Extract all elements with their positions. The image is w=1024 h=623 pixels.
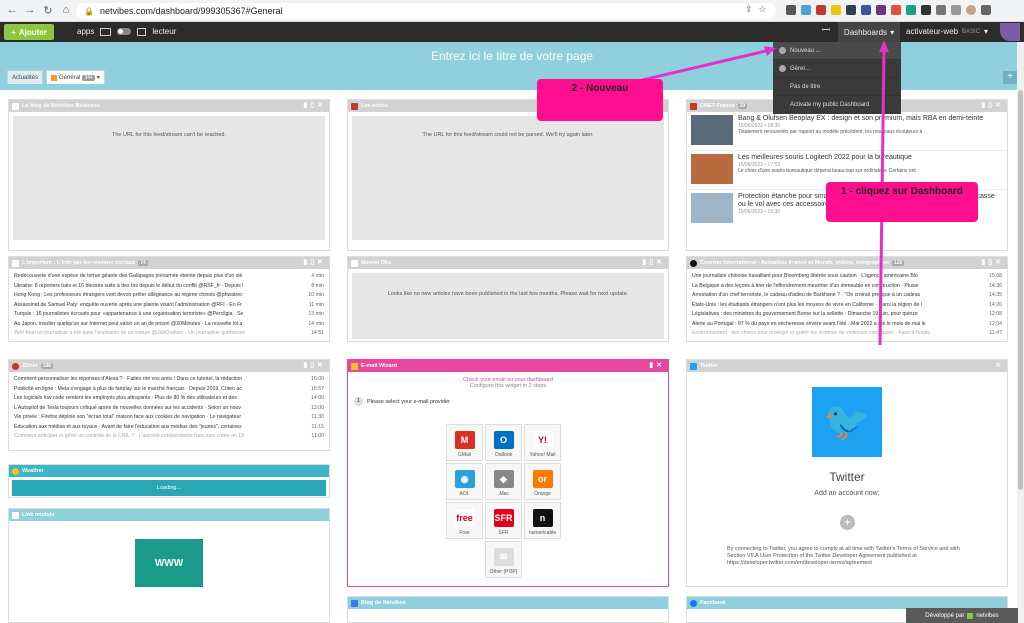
annotation-arrows: [599, 40, 889, 346]
callout-dashboard: 1 - cliquez sur Dashboard: [826, 182, 978, 222]
arrow-head: [764, 46, 776, 56]
callout-new: 2 - Nouveau: [537, 79, 663, 121]
arrow-head: [879, 40, 889, 52]
